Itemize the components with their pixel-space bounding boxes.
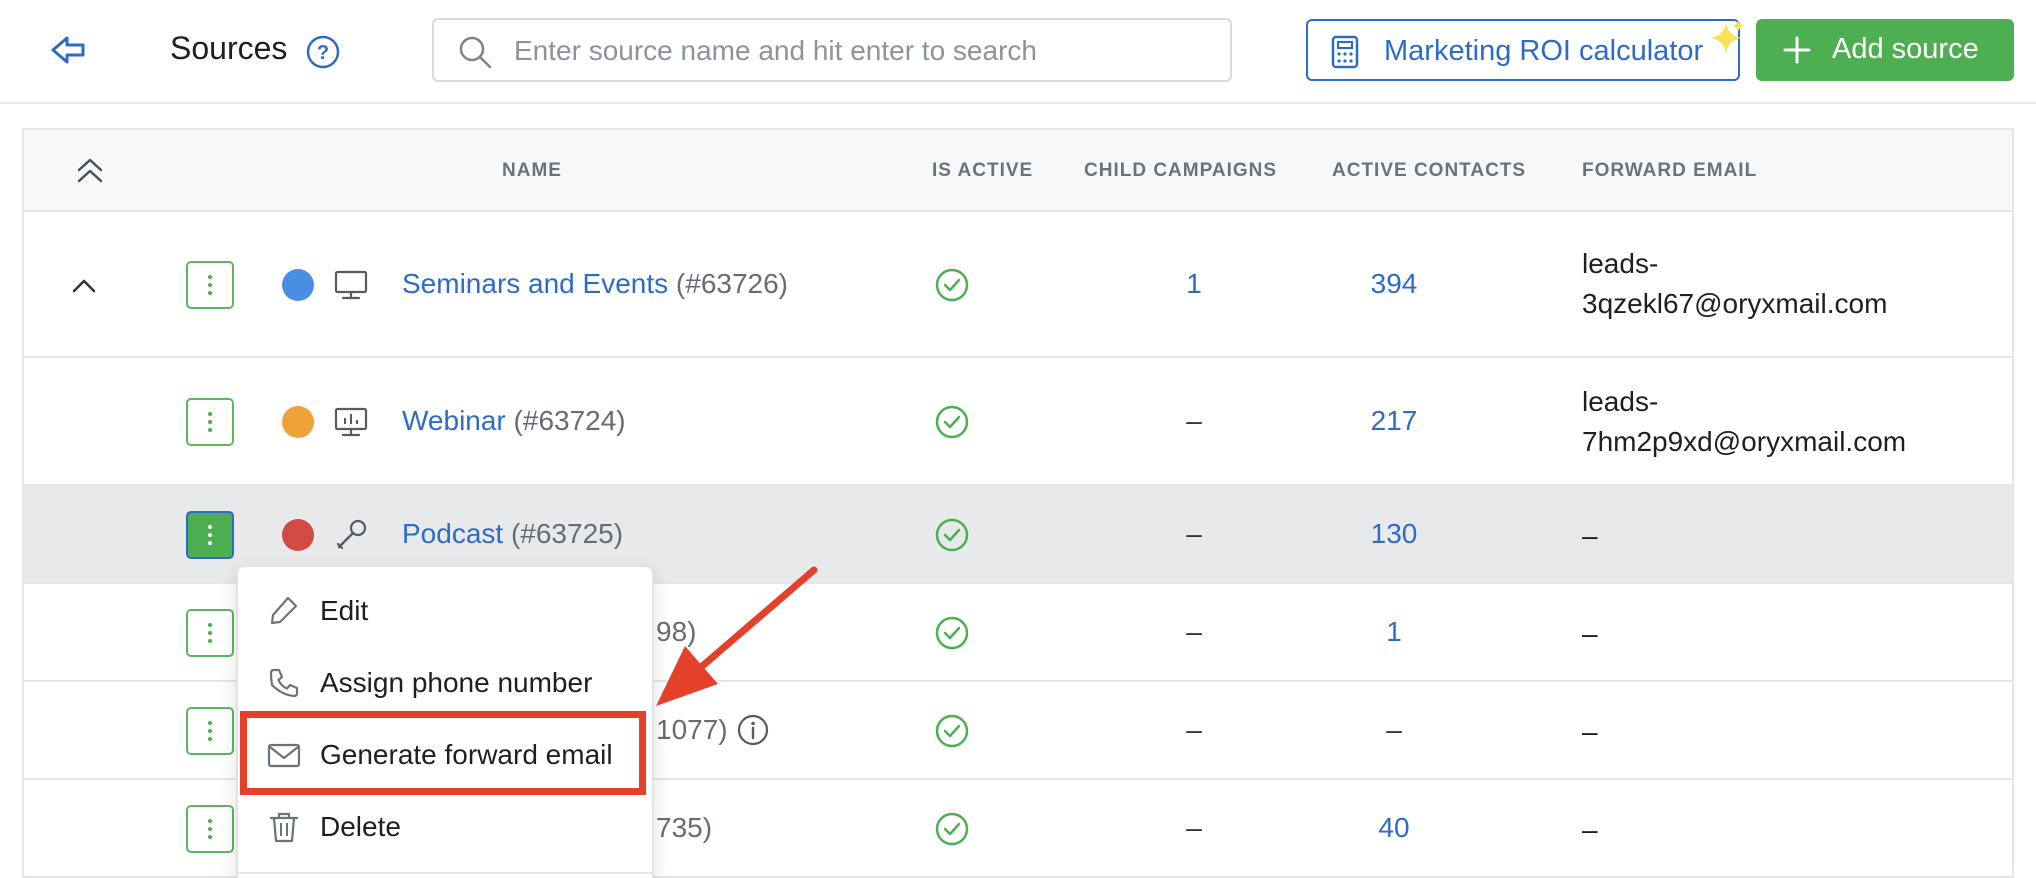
kebab-icon: [208, 412, 212, 432]
calculator-icon: [1331, 35, 1359, 69]
menu-divider: [238, 872, 652, 874]
menu-item-label: Generate forward email: [320, 739, 613, 770]
row-menu-button[interactable]: [186, 707, 234, 755]
child-campaigns-value: –: [1186, 714, 1202, 745]
svg-text:?: ?: [317, 42, 329, 64]
back-arrow-icon: [51, 36, 85, 64]
source-name-link[interactable]: Webinar: [402, 405, 506, 436]
add-source-label: Add source: [1832, 33, 1979, 65]
trash-icon: [269, 812, 299, 843]
search-input[interactable]: [514, 28, 1214, 74]
menu-item-label: Delete: [320, 811, 401, 842]
forward-email: leads- 7hm2p9xd@oryxmail.com: [1582, 382, 1906, 462]
source-name-cell: Webinar (#63724): [402, 405, 626, 437]
active-contacts-link[interactable]: 1: [1314, 616, 1474, 648]
row-menu-button[interactable]: [186, 805, 234, 853]
info-icon[interactable]: [736, 713, 770, 747]
table-row[interactable]: Webinar (#63724) – 217 leads- 7hm2p9xd@o…: [24, 358, 2012, 486]
source-color-dot: [282, 269, 314, 301]
forward-email: leads- 3qzekl67@oryxmail.com: [1582, 244, 1887, 324]
active-contacts-link[interactable]: 217: [1314, 405, 1474, 437]
forward-email: –: [1582, 814, 1598, 845]
source-id: (#63726): [675, 268, 789, 299]
forward-email-line: 3qzekl67@oryxmail.com: [1582, 288, 1888, 319]
kebab-icon: [208, 819, 212, 839]
child-campaigns-value: –: [1186, 812, 1202, 843]
kebab-icon: [208, 623, 212, 643]
forward-email-line: leads-: [1582, 248, 1659, 279]
source-name-cell: Podcast (#63725): [402, 518, 623, 550]
source-id: 98): [656, 616, 697, 647]
active-check-icon: [935, 518, 969, 552]
row-actions-menu: Edit Assign phone number Generate forwar…: [236, 565, 654, 878]
forward-email: –: [1582, 716, 1598, 747]
child-campaigns-link[interactable]: 1: [1124, 268, 1264, 300]
phone-icon: [269, 668, 299, 698]
microphone-icon: [336, 519, 367, 550]
active-check-icon: [935, 616, 969, 650]
child-campaigns-value: –: [1186, 405, 1202, 436]
top-bar: Sources ? Marketing ROI calculator Add s…: [0, 0, 2036, 104]
forward-email-line: leads-: [1582, 386, 1659, 417]
row-menu-button[interactable]: [186, 398, 234, 446]
sparkle-icon: [1710, 20, 1744, 54]
child-campaigns-value: –: [1186, 616, 1202, 647]
source-name-cell: Seminars and Events (#63726): [402, 268, 788, 300]
active-check-icon: [935, 714, 969, 748]
column-header-name[interactable]: NAME: [502, 160, 562, 182]
active-check-icon: [935, 268, 969, 302]
active-contacts-value: –: [1386, 714, 1402, 745]
menu-item-generate-forward-email[interactable]: Generate forward email: [238, 723, 652, 787]
menu-item-edit[interactable]: Edit: [238, 579, 652, 643]
source-name-link[interactable]: Podcast: [402, 518, 503, 549]
back-button[interactable]: [44, 28, 94, 72]
monitor-icon: [334, 270, 368, 300]
menu-item-label: Edit: [320, 595, 369, 626]
chevron-up-icon[interactable]: [64, 265, 104, 305]
collapse-all-icon[interactable]: [72, 152, 108, 188]
menu-item-label: Assign phone number: [320, 667, 593, 698]
column-header-child-campaigns[interactable]: CHILD CAMPAIGNS: [1084, 160, 1277, 182]
forward-email-line: 7hm2p9xd@oryxmail.com: [1582, 426, 1907, 457]
row-menu-button[interactable]: [186, 609, 234, 657]
menu-item-assign-phone[interactable]: Assign phone number: [238, 651, 652, 715]
help-icon[interactable]: ?: [305, 34, 341, 70]
kebab-icon: [208, 275, 212, 295]
plus-icon: [1783, 36, 1811, 64]
kebab-icon: [208, 525, 212, 545]
source-name-link[interactable]: Seminars and Events: [402, 268, 668, 299]
table-row[interactable]: Seminars and Events (#63726) 1 394 leads…: [24, 212, 2012, 358]
forward-email: –: [1582, 618, 1598, 649]
mail-icon: [267, 743, 301, 768]
presentation-icon: [334, 407, 368, 437]
search-box: [432, 18, 1232, 82]
active-contacts-link[interactable]: 130: [1314, 518, 1474, 550]
column-header-forward-email[interactable]: FORWARD EMAIL: [1582, 160, 1757, 182]
source-id: (#63725): [510, 518, 624, 549]
source-color-dot: [282, 406, 314, 438]
page-title: Sources: [170, 30, 288, 66]
column-header-is-active[interactable]: IS ACTIVE: [932, 160, 1033, 182]
forward-email: –: [1582, 520, 1598, 551]
active-check-icon: [935, 812, 969, 846]
active-contacts-link[interactable]: 394: [1314, 268, 1474, 300]
row-menu-button[interactable]: [186, 261, 234, 309]
source-color-dot: [282, 519, 314, 551]
source-id: (#63724): [513, 405, 626, 436]
search-icon: [459, 36, 492, 69]
row-menu-button[interactable]: [186, 511, 234, 559]
source-id: 1077): [656, 714, 728, 745]
table-header: NAME IS ACTIVE CHILD CAMPAIGNS ACTIVE CO…: [24, 130, 2012, 212]
add-source-button[interactable]: Add source: [1756, 19, 2014, 81]
marketing-roi-calculator-button[interactable]: Marketing ROI calculator: [1306, 19, 1740, 81]
active-contacts-link[interactable]: 40: [1314, 812, 1474, 844]
column-header-active-contacts[interactable]: ACTIVE CONTACTS: [1332, 160, 1526, 182]
menu-item-delete[interactable]: Delete: [238, 795, 652, 859]
pencil-icon: [270, 596, 298, 625]
kebab-icon: [208, 721, 212, 741]
source-id: 735): [656, 812, 713, 843]
active-check-icon: [935, 405, 969, 439]
roi-button-label: Marketing ROI calculator: [1384, 35, 1704, 67]
child-campaigns-value: –: [1186, 518, 1202, 549]
